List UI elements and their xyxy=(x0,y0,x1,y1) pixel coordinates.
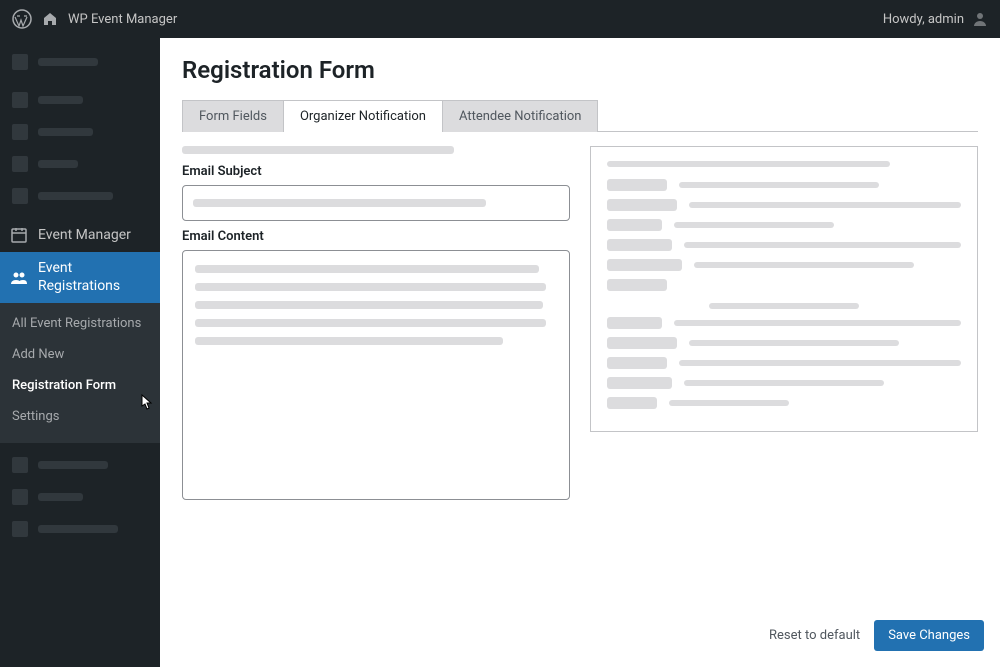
save-changes-button[interactable]: Save Changes xyxy=(874,620,984,651)
placeholder-line xyxy=(182,146,454,154)
sidebar-item-label: Event Registrations xyxy=(38,260,150,295)
sidebar-item-placeholder xyxy=(0,481,160,513)
sidebar-item-event-registrations[interactable]: Event Registrations xyxy=(0,252,160,303)
sidebar-item-placeholder xyxy=(0,513,160,545)
preview-panel xyxy=(590,146,978,432)
sidebar-item-placeholder xyxy=(0,116,160,148)
submenu-settings[interactable]: Settings xyxy=(0,402,160,433)
submenu-all-registrations[interactable]: All Event Registrations xyxy=(0,309,160,340)
calendar-icon xyxy=(10,226,28,244)
tab-attendee-notification[interactable]: Attendee Notification xyxy=(443,100,598,132)
page-title: Registration Form xyxy=(182,56,978,84)
wordpress-logo-icon[interactable] xyxy=(12,9,32,29)
tab-organizer-notification[interactable]: Organizer Notification xyxy=(284,100,443,132)
email-subject-input[interactable] xyxy=(182,185,570,221)
greeting-text[interactable]: Howdy, admin xyxy=(883,12,964,27)
email-content-label: Email Content xyxy=(182,229,570,244)
home-icon[interactable] xyxy=(42,11,58,27)
site-name[interactable]: WP Event Manager xyxy=(68,12,177,27)
submenu-registration-form[interactable]: Registration Form xyxy=(0,371,160,402)
submenu-add-new[interactable]: Add New xyxy=(0,340,160,371)
user-icon xyxy=(972,11,988,27)
main-content: Registration Form Form Fields Organizer … xyxy=(160,38,1000,667)
email-content-textarea[interactable] xyxy=(182,250,570,500)
sidebar-item-label: Event Manager xyxy=(38,227,131,243)
tab-form-fields[interactable]: Form Fields xyxy=(182,100,284,132)
form-footer: Reset to default Save Changes xyxy=(769,620,984,651)
sidebar-item-placeholder xyxy=(0,84,160,116)
reset-to-default-link[interactable]: Reset to default xyxy=(769,628,860,643)
users-icon xyxy=(10,269,28,287)
sidebar-item-placeholder xyxy=(0,449,160,481)
sidebar-item-placeholder xyxy=(0,148,160,180)
sidebar-submenu: All Event Registrations Add New Registra… xyxy=(0,303,160,443)
admin-toolbar: WP Event Manager Howdy, admin xyxy=(0,0,1000,38)
email-subject-label: Email Subject xyxy=(182,164,570,179)
tab-bar: Form Fields Organizer Notification Atten… xyxy=(182,100,978,132)
sidebar-item-placeholder xyxy=(0,46,160,78)
sidebar-item-placeholder xyxy=(0,180,160,212)
sidebar-item-event-manager[interactable]: Event Manager xyxy=(0,218,160,252)
admin-sidebar: Event Manager Event Registrations All Ev… xyxy=(0,38,160,667)
